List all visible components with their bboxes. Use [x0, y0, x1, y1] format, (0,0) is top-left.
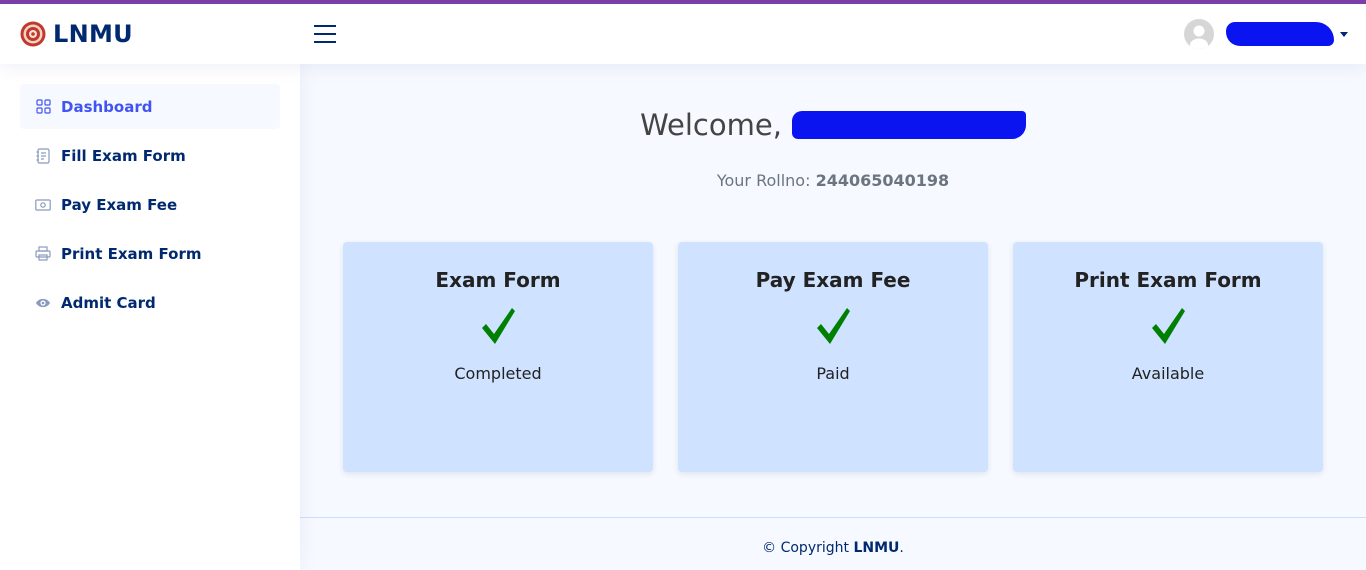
checkmark-icon — [343, 306, 653, 354]
checkmark-icon — [678, 306, 988, 354]
username — [1226, 22, 1334, 46]
sidebar-item-pay-exam-fee[interactable]: Pay Exam Fee — [20, 182, 280, 227]
welcome-name — [791, 111, 1026, 139]
hamburger-menu-icon[interactable] — [312, 21, 340, 47]
card-status: Paid — [816, 364, 850, 383]
welcome-prefix: Welcome, — [640, 108, 782, 142]
journal-text-icon — [35, 147, 51, 164]
copyright-suffix: . — [899, 540, 904, 556]
sidebar-item-fill-exam-form[interactable]: Fill Exam Form — [20, 133, 280, 178]
grid-icon — [35, 99, 51, 115]
sidebar-item-label: Admit Card — [61, 293, 156, 312]
roll-label: Your Rollno: — [716, 171, 811, 190]
brand-logo[interactable]: LNMU — [20, 18, 133, 50]
university-seal-icon — [20, 21, 46, 47]
card-status: Completed — [454, 364, 542, 383]
sidebar-item-admit-card[interactable]: Admit Card — [20, 280, 280, 325]
card-status: Available — [1131, 364, 1205, 383]
roll-value: 244065040198 — [815, 171, 950, 190]
eye-icon — [35, 295, 51, 311]
user-avatar-icon — [1184, 19, 1214, 49]
sidebar: Dashboard Fill Exam Form Pay Exam Fee Pr… — [0, 64, 300, 570]
main-content: Welcome, Your Rollno: 244065040198 Exam … — [300, 64, 1366, 570]
status-card-print-exam-form[interactable]: Print Exam Form Available — [1013, 242, 1323, 472]
copyright-brand: LNMU — [853, 540, 900, 556]
card-title: Exam Form — [435, 268, 561, 292]
sidebar-item-label: Fill Exam Form — [61, 146, 186, 165]
status-card-exam-form[interactable]: Exam Form Completed — [343, 242, 653, 472]
copyright-text: © Copyright — [762, 540, 849, 556]
cash-icon — [35, 197, 51, 213]
printer-icon — [35, 246, 51, 262]
welcome-heading: Welcome, — [300, 108, 1366, 142]
top-header: LNMU — [0, 4, 1366, 64]
sidebar-item-label: Pay Exam Fee — [61, 195, 178, 214]
status-card-pay-exam-fee[interactable]: Pay Exam Fee Paid — [678, 242, 988, 472]
card-title: Pay Exam Fee — [755, 268, 911, 292]
profile-dropdown[interactable] — [1184, 16, 1348, 52]
footer: © Copyright LNMU. — [300, 517, 1366, 570]
roll-number: Your Rollno: 244065040198 — [300, 171, 1366, 190]
sidebar-item-dashboard[interactable]: Dashboard — [20, 84, 280, 129]
brand-name: LNMU — [53, 20, 133, 48]
sidebar-item-print-exam-form[interactable]: Print Exam Form — [20, 231, 280, 276]
checkmark-icon — [1013, 306, 1323, 354]
sidebar-item-label: Dashboard — [61, 97, 153, 116]
chevron-down-icon — [1340, 31, 1348, 37]
card-title: Print Exam Form — [1074, 268, 1262, 292]
sidebar-item-label: Print Exam Form — [61, 244, 202, 263]
